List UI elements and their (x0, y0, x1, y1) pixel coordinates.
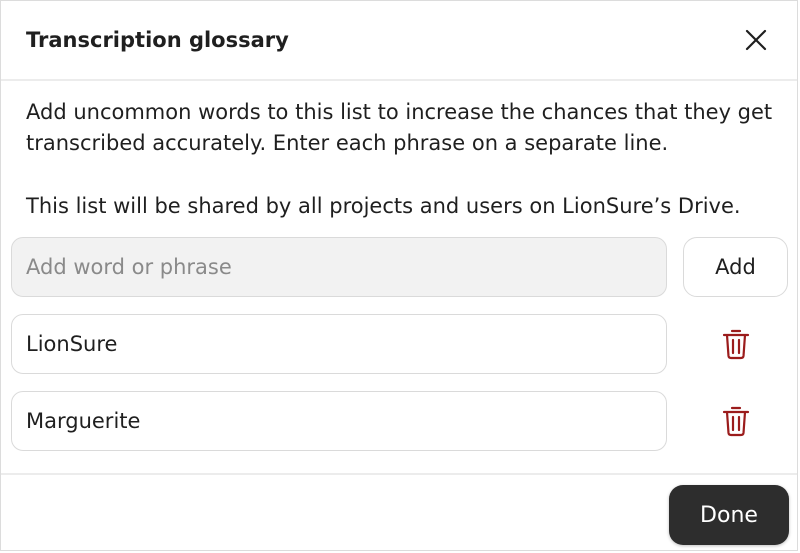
dialog-header: Transcription glossary (1, 1, 797, 81)
shared-note: This list will be shared by all projects… (26, 194, 741, 218)
trash-icon (722, 329, 750, 360)
dialog-description: Add uncommon words to this list to incre… (26, 100, 773, 155)
dialog-title: Transcription glossary (26, 28, 289, 52)
footer-divider (1, 473, 797, 475)
transcription-glossary-dialog: Transcription glossary Add uncommon word… (0, 0, 798, 551)
add-button[interactable]: Add (683, 237, 788, 297)
trash-icon (722, 406, 750, 437)
done-button[interactable]: Done (669, 485, 789, 545)
close-button[interactable] (743, 27, 769, 53)
delete-item-button[interactable] (721, 327, 751, 361)
glossary-item[interactable]: LionSure (11, 314, 667, 374)
close-icon (745, 29, 767, 51)
add-phrase-input[interactable] (11, 237, 667, 297)
delete-item-button[interactable] (721, 404, 751, 438)
glossary-item[interactable]: Marguerite (11, 391, 667, 451)
